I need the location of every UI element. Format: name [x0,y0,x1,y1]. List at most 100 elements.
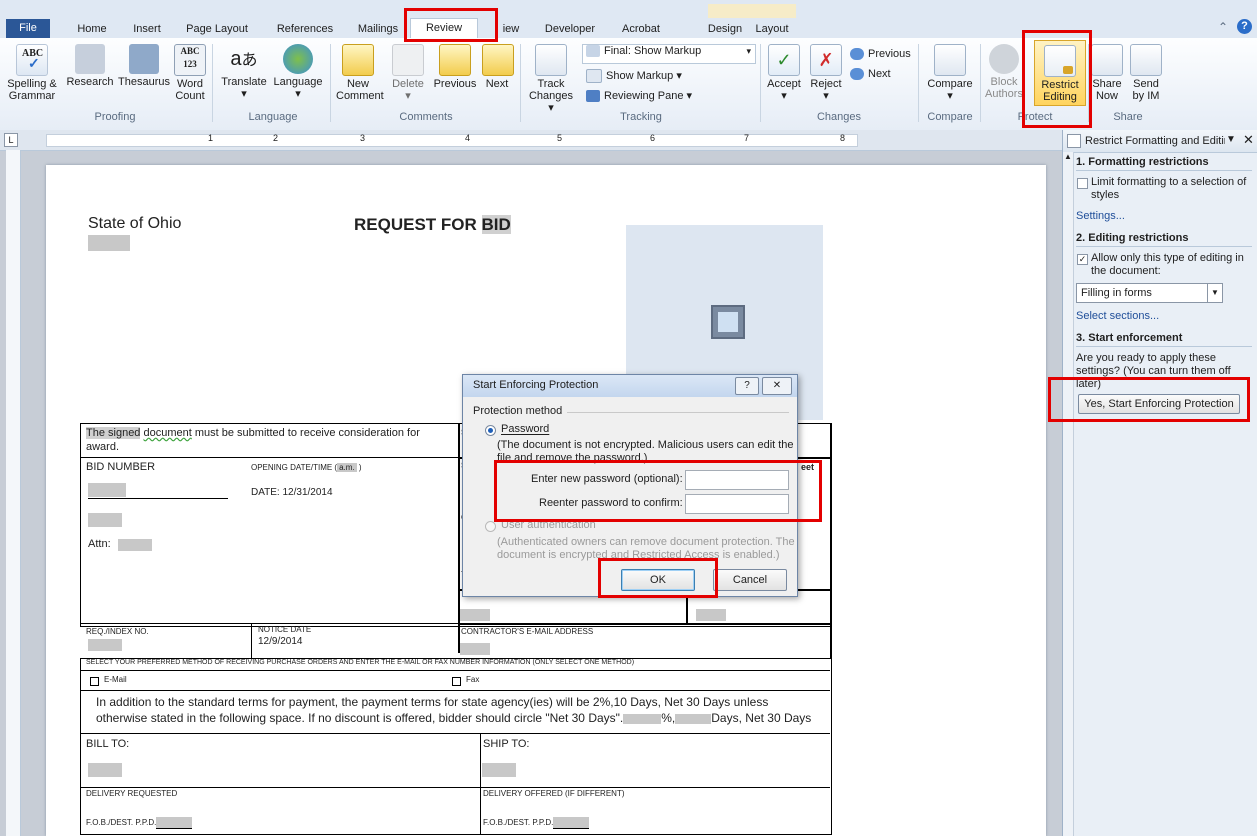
select-sections-link[interactable]: Select sections... [1076,310,1159,322]
password-radio[interactable] [485,425,496,436]
thesaurus-button[interactable]: Thesaurus [118,44,170,88]
signed-notice: The signed document must be submitted to… [86,427,420,439]
editing-type-select[interactable]: Filling in forms ▼ [1076,283,1223,303]
form-field[interactable] [482,763,516,777]
help-icon[interactable]: ? [1237,19,1252,34]
form-field[interactable] [88,235,130,251]
previous-change-button[interactable]: Previous [850,46,911,62]
reject-button[interactable]: ✗ Reject ▾ [806,44,846,102]
tab-acrobat[interactable]: Acrobat [612,20,670,38]
group-label-share: Share [1113,111,1143,123]
dialog-titlebar[interactable]: Start Enforcing Protection ? ✕ [463,375,797,397]
research-button[interactable]: Research [64,44,116,88]
show-markup-icon [586,69,602,84]
allow-editing-label: Allow only this type of editing in [1091,252,1244,264]
ruler-mark: 5 [557,133,563,143]
block-authors-button[interactable]: Block Authors [984,44,1024,100]
form-field[interactable] [118,539,152,551]
dialog-help-button[interactable]: ? [735,377,759,395]
reviewing-pane-icon [586,90,600,103]
track-changes-button[interactable]: Track Changes ▾ [526,44,576,114]
vertical-ruler[interactable] [6,150,21,836]
tab-developer[interactable]: Developer [538,20,602,38]
fax-label: Fax [466,675,480,684]
language-globe-icon [283,44,313,74]
word-count-button[interactable]: ABC 123 Word Count [172,44,208,102]
accept-button[interactable]: ✓ Accept ▾ [764,44,804,102]
table-tools-band [708,4,796,18]
pane-options-icon[interactable]: ▼ [1226,134,1236,145]
form-field[interactable] [460,643,490,655]
notice-date-label: NOTICE DATE [258,625,312,634]
divider [567,412,789,413]
delete-comment-icon [392,44,424,76]
reviewing-pane-button[interactable]: Reviewing Pane ▾ [586,88,692,104]
auth-description: (Authenticated owners can remove documen… [497,536,795,548]
tab-home[interactable]: Home [70,20,114,38]
translate-button[interactable]: aあ Translate ▾ [220,44,268,100]
delete-comment-button[interactable]: Delete ▾ [388,44,428,102]
tab-file[interactable]: File [6,19,50,38]
dialog-close-button[interactable]: ✕ [762,377,792,395]
settings-link[interactable]: Settings... [1076,210,1125,222]
language-button[interactable]: Language ▾ [270,44,326,100]
form-field[interactable] [88,483,126,497]
horizontal-ruler[interactable]: L 1 2 3 4 5 6 7 8 [0,130,1062,151]
next-comment-button[interactable]: Next [482,44,514,90]
minimize-ribbon-icon[interactable]: ⌃ [1218,20,1228,34]
user-authentication-radio[interactable] [485,521,496,532]
form-field[interactable] [460,609,490,621]
ruler-mark: 1 [208,133,214,143]
password-option-label[interactable]: Password [501,423,549,435]
spelling-grammar-button[interactable]: ABC ✓ Spelling & Grammar [4,44,60,102]
separator [918,44,919,122]
translate-icon: aあ [230,48,258,70]
form-field[interactable] [696,609,726,621]
pane-menu-icon[interactable] [1067,134,1081,148]
tab-references[interactable]: References [268,20,342,38]
limit-formatting-checkbox[interactable] [1077,178,1088,189]
tab-page-layout[interactable]: Page Layout [182,20,252,38]
allow-editing-checkbox[interactable]: ✓ [1077,254,1088,265]
pane-close-icon[interactable]: ✕ [1243,132,1254,148]
previous-comment-button[interactable]: Previous [430,44,480,90]
req-index-label: REQ./INDEX NO. [86,627,149,636]
display-for-review-select[interactable]: Final: Show Markup ▾ [582,44,756,64]
fob-right: F.O.B./DEST. P.P.D. [483,817,590,829]
separator [330,44,331,122]
show-markup-button[interactable]: Show Markup ▾ [586,68,682,84]
send-by-im-icon [1130,44,1162,76]
new-comment-button[interactable]: New Comment [336,44,384,102]
compare-button[interactable]: Compare ▾ [924,44,976,102]
document-title: REQUEST FOR BID [354,215,511,234]
tab-layout[interactable]: Layout [750,20,794,38]
restrict-formatting-pane[interactable]: Restrict Formatting and Editing ▼ ✕ ▲ 1.… [1062,130,1257,836]
group-label-tracking: Tracking [620,111,662,123]
tab-view[interactable]: iew [496,20,526,38]
form-field[interactable] [88,639,122,651]
ready-text: settings? (You can turn them off [1076,365,1231,377]
form-field[interactable] [88,513,122,527]
research-book-icon [75,44,105,74]
share-now-button[interactable]: Share Now [1090,44,1124,102]
email-checkbox[interactable] [90,677,99,686]
send-by-im-button[interactable]: Send by IM [1126,44,1166,102]
tab-mailings[interactable]: Mailings [352,20,404,38]
group-label-language: Language [248,111,298,123]
pane-scrollbar[interactable]: ▲ [1063,152,1074,836]
limit-formatting-label: styles [1091,189,1120,201]
cancel-button[interactable]: Cancel [713,569,787,591]
previous-arrow-icon [850,48,864,61]
tab-selector[interactable]: L [4,133,18,147]
notice-date-value: 12/9/2014 [258,636,303,647]
form-field[interactable] [88,763,122,777]
ruler-mark: 7 [744,133,750,143]
password-description: (The document is not encrypted. Maliciou… [497,439,794,451]
group-label-comments: Comments [399,111,453,123]
tab-insert[interactable]: Insert [124,20,170,38]
next-change-button[interactable]: Next [850,66,891,82]
tab-design[interactable]: Design [700,20,750,38]
highlight-start-enforcing [1048,377,1250,422]
opening-date-label: OPENING DATE/TIME (a.m. ) [251,463,362,472]
fax-checkbox[interactable] [452,677,461,686]
